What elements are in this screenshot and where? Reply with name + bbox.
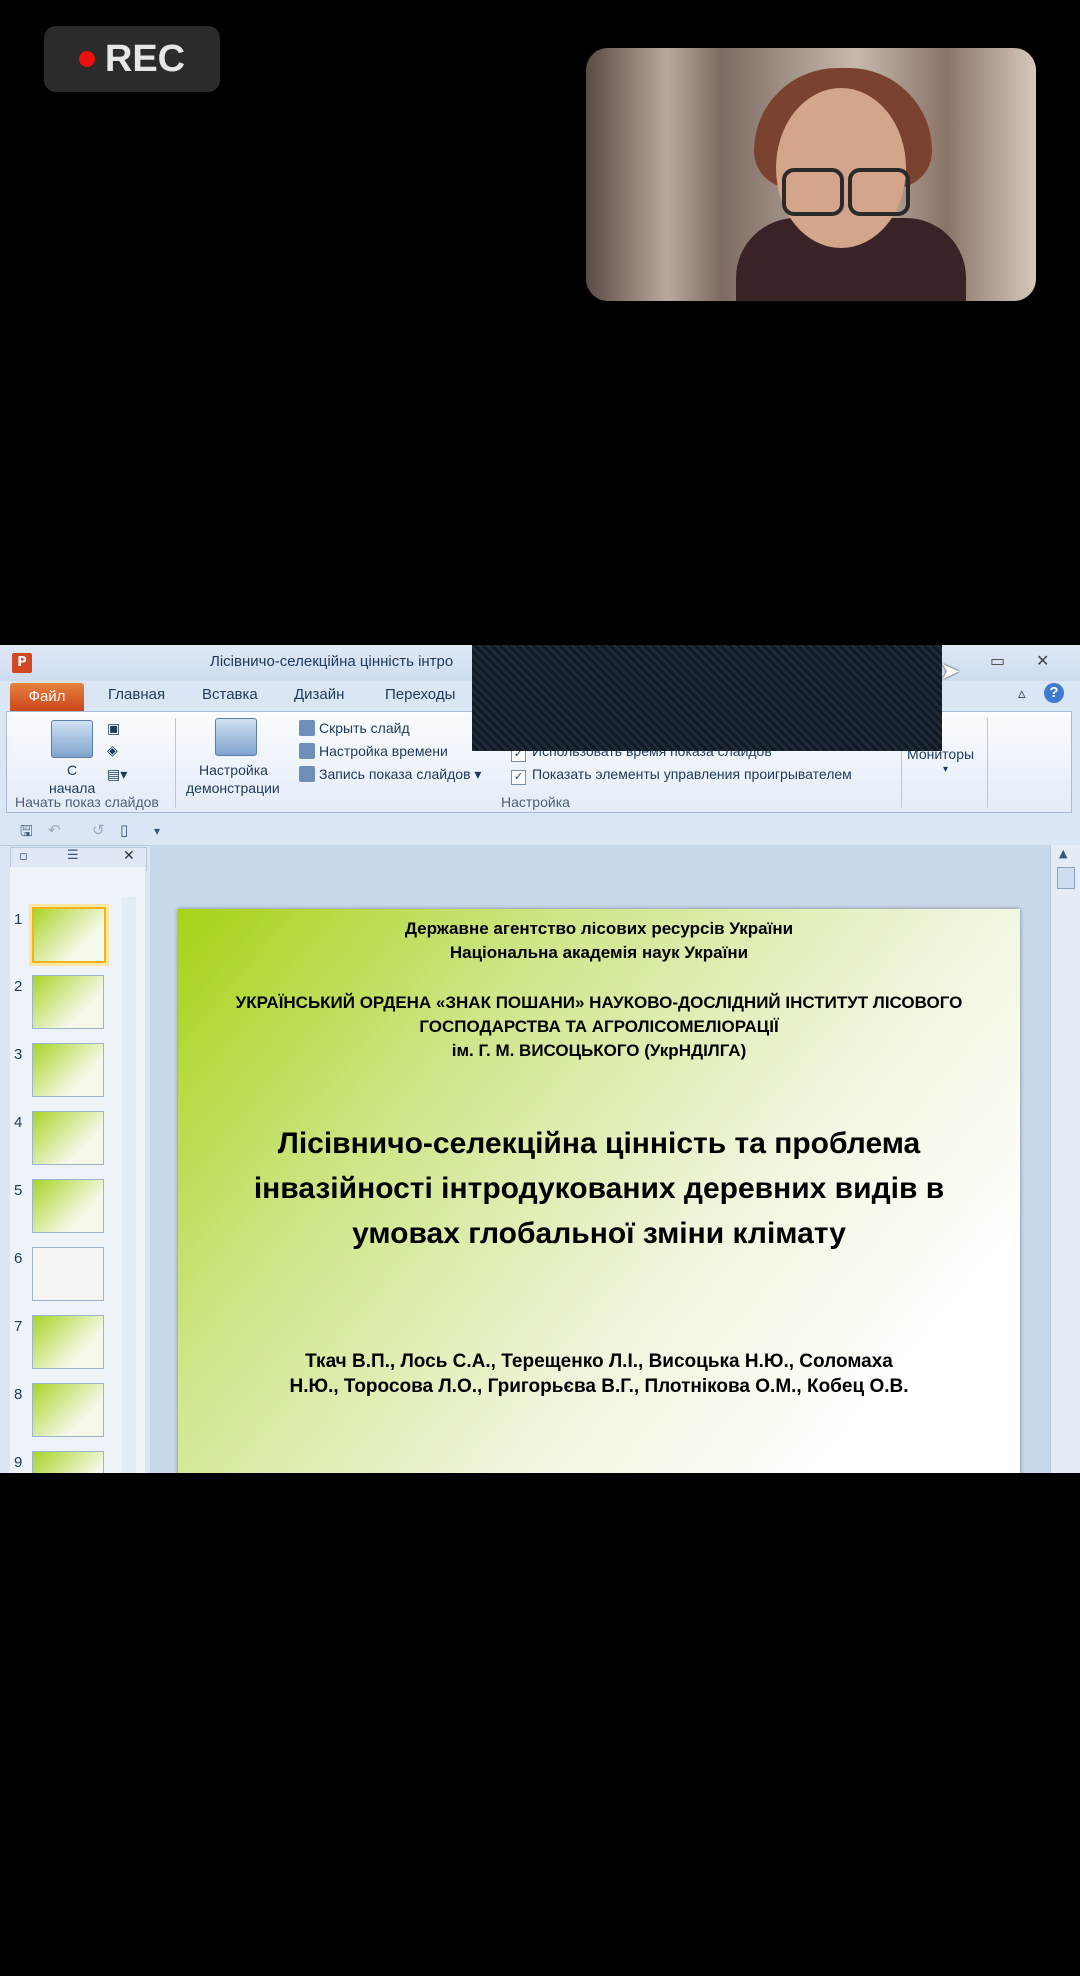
tab-home[interactable]: Главная <box>108 686 165 703</box>
slide-academy: Національна академія наук України <box>449 943 749 962</box>
slide-thumbnail-3[interactable] <box>32 1043 104 1097</box>
tab-design[interactable]: Дизайн <box>294 686 344 703</box>
slide-thumbnail-4[interactable] <box>32 1111 104 1165</box>
group-setup-label: Настройка <box>501 794 570 810</box>
restore-icon[interactable]: ▭ <box>990 651 1005 670</box>
hide-slide-button[interactable]: Скрыть слайд <box>299 720 410 736</box>
thumbnail-number: 6 <box>14 1250 23 1267</box>
slide-authors-line-2: Н.Ю., Торосова Л.О., Григорьєва В.Г., Пл… <box>289 1376 909 1397</box>
show-controls-checkbox[interactable]: ✓ Показать элементы управления проигрыват… <box>511 766 852 785</box>
slide-title-line-2: інвазійності інтродукованих деревних вид… <box>253 1172 945 1205</box>
slide-thumbnail-2[interactable] <box>32 975 104 1029</box>
monitors-dropdown-icon[interactable]: ▾ <box>943 764 948 775</box>
powerpoint-icon: P <box>12 653 32 673</box>
slide-thumbnail-5[interactable] <box>32 1179 104 1233</box>
slide-agency: Державне агентство лісових ресурсів Укра… <box>404 919 794 938</box>
slide-thumbnail-6[interactable] <box>32 1247 104 1301</box>
from-start-icon <box>51 720 93 758</box>
checkmark-icon: ✓ <box>511 770 526 785</box>
custom-show-icon[interactable]: ◈ <box>107 742 118 759</box>
broadcast-icon[interactable]: ▣ <box>107 720 120 737</box>
slide-thumbnail-8[interactable] <box>32 1383 104 1437</box>
group-start-label: Начать показ слайдов <box>15 794 159 810</box>
slide-thumbnail-9[interactable] <box>32 1451 104 1473</box>
help-icon[interactable]: ? <box>1044 683 1064 703</box>
redo-icon[interactable]: ↺ <box>92 821 105 839</box>
slide-institute-line-1: УКРАЇНСЬКИЙ ОРДЕНА «ЗНАК ПОШАНИ» НАУКОВО… <box>235 993 963 1012</box>
participant-video[interactable] <box>586 48 1036 301</box>
slide-scrollbar[interactable]: ▲ <box>1050 845 1080 1473</box>
current-slide[interactable]: Державне агентство лісових ресурсів Укра… <box>178 909 1020 1473</box>
from-start-label-1[interactable]: С <box>67 762 77 778</box>
record-dot-icon <box>78 51 95 67</box>
recording-label: REC <box>104 37 186 80</box>
scroll-up-icon[interactable]: ▲ <box>1059 847 1067 860</box>
undo-icon[interactable]: ↶ <box>48 821 61 839</box>
thumbnail-number: 9 <box>14 1454 23 1471</box>
setup-show-label-1[interactable]: Настройка <box>199 762 268 778</box>
ribbon-collapse-icon[interactable]: ▵ <box>1018 684 1026 702</box>
slides-tab-icon[interactable]: ▫ <box>19 849 28 864</box>
slide-title-line-1: Лісівничо-селекційна цінність та проблем… <box>277 1127 921 1160</box>
slide-institute-line-3: ім. Г. М. ВИСОЦЬКОГО (УкрНДІЛГА) <box>451 1041 747 1060</box>
thumbnail-number: 5 <box>14 1182 23 1199</box>
thumbnails-scrollbar[interactable] <box>122 897 136 1473</box>
mouse-cursor-icon: ➤ <box>940 657 961 685</box>
close-icon[interactable]: ✕ <box>1036 651 1049 670</box>
ribbon-separator <box>175 718 176 808</box>
hide-slide-icon <box>299 720 315 736</box>
window-title: Лісівничо-селекційна цінність інтро <box>210 653 454 670</box>
save-icon[interactable]: 🖫 <box>20 821 33 846</box>
slide-thumbnail-1[interactable] <box>32 907 106 963</box>
record-show-button[interactable]: Запись показа слайдов ▾ <box>299 766 481 783</box>
record-show-icon <box>299 766 315 782</box>
slide-title-line-3: умовах глобальної зміни клімату <box>352 1217 846 1250</box>
recording-indicator: REC <box>44 26 220 92</box>
shared-screen-powerpoint: P Лісівничо-селекційна цінність інтро ▭ … <box>0 645 1080 1473</box>
thumbnail-number: 3 <box>14 1046 23 1063</box>
slide-thumbnail-7[interactable] <box>32 1315 104 1369</box>
redacted-region <box>472 645 942 751</box>
setup-show-label-2[interactable]: демонстрации <box>186 780 280 796</box>
ribbon-separator <box>987 718 988 808</box>
customize-toolbar-icon[interactable]: ▾ <box>154 824 160 838</box>
tab-insert[interactable]: Вставка <box>202 686 258 703</box>
slide-institute-line-2: ГОСПОДАРСТВА ТА АГРОЛІСОМЕЛІОРАЦІЇ <box>419 1017 779 1036</box>
empty-black-area <box>0 1473 1080 1976</box>
slide-authors-line-1: Ткач В.П., Лось С.А., Терещенко Л.І., Ви… <box>305 1351 893 1372</box>
present-online-icon[interactable]: ▤▾ <box>107 766 127 783</box>
rehearse-icon <box>299 743 315 759</box>
video-glasses-right <box>848 168 910 216</box>
thumbnail-number: 4 <box>14 1114 23 1131</box>
thumbnail-number: 2 <box>14 978 23 995</box>
quick-access-toolbar: 🖫 ↶ ↺ ▯ ▾ <box>0 815 1080 846</box>
close-pane-icon[interactable]: ✕ <box>123 848 135 864</box>
thumbnail-number: 7 <box>14 1318 23 1335</box>
tab-transitions[interactable]: Переходы <box>385 686 455 703</box>
video-glasses-left <box>782 168 844 216</box>
thumbnail-number: 1 <box>14 911 23 928</box>
scroll-thumb[interactable] <box>1057 867 1075 889</box>
new-file-icon[interactable]: ▯ <box>120 821 128 839</box>
setup-show-icon <box>215 718 257 756</box>
rehearse-timings-button[interactable]: Настройка времени <box>299 743 448 759</box>
thumbnail-number: 8 <box>14 1386 23 1403</box>
outline-tab-icon[interactable]: ☰ <box>67 848 79 863</box>
